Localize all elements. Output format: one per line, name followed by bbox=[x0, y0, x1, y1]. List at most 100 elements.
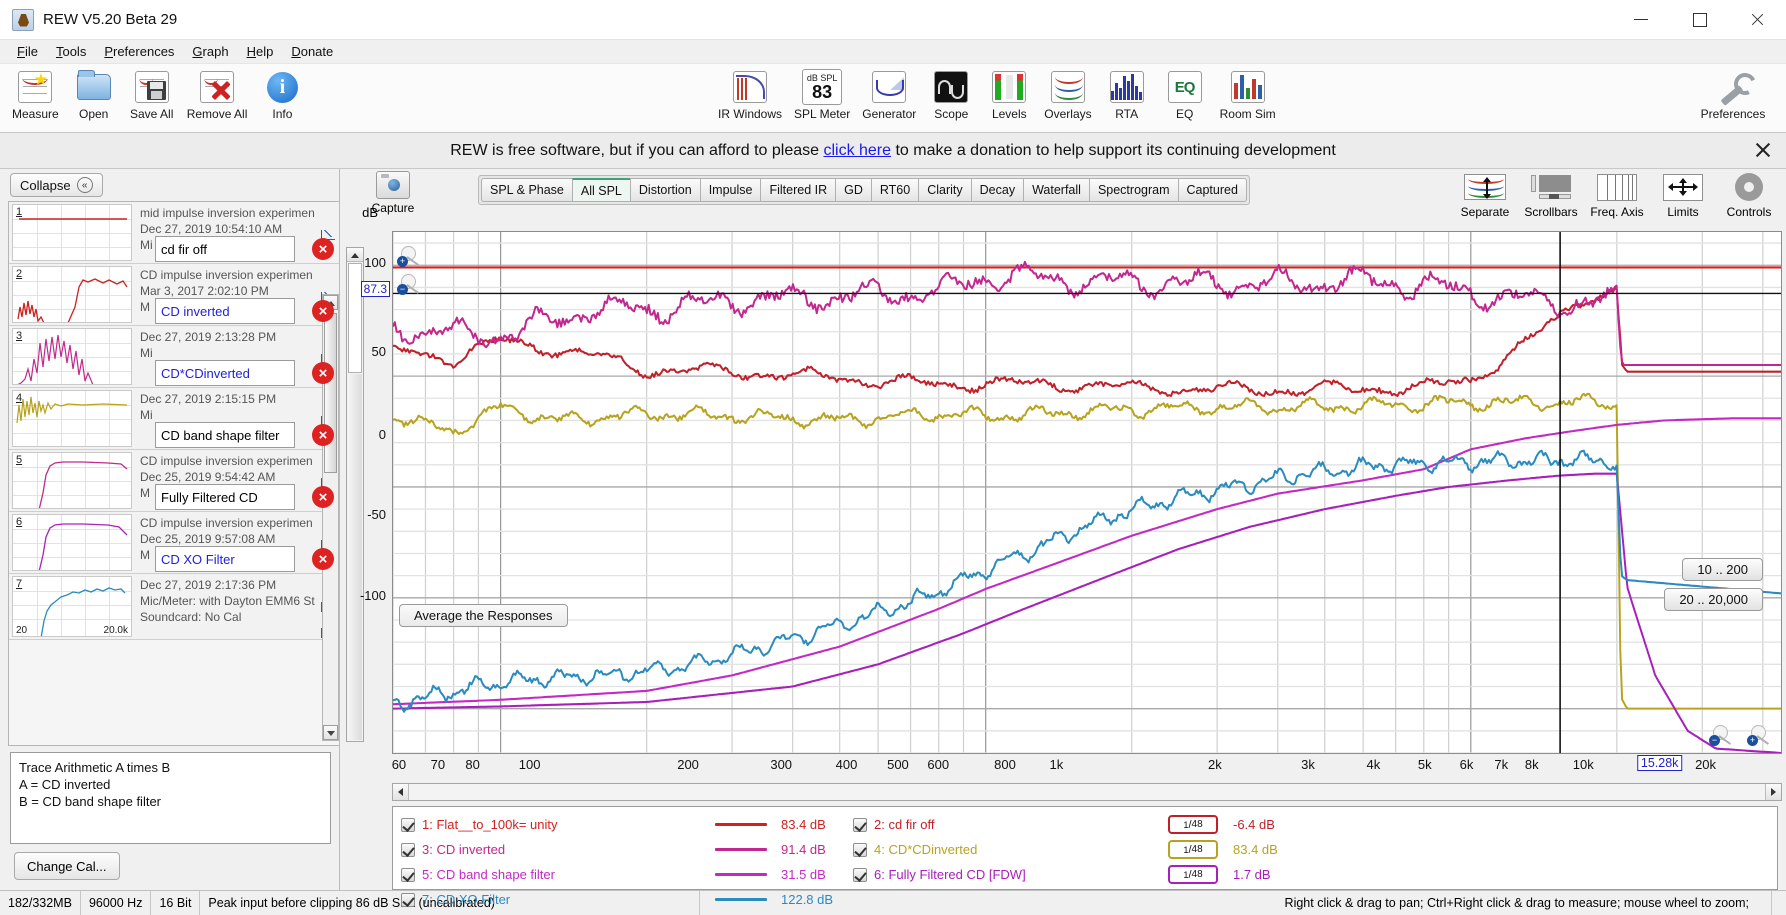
collapse-button[interactable]: Collapse « bbox=[10, 173, 103, 197]
delete-measurement-button-4[interactable]: × bbox=[312, 362, 334, 384]
tab-spl-phase[interactable]: SPL & Phase bbox=[481, 178, 572, 202]
tab-all-spl[interactable]: All SPL bbox=[571, 178, 630, 202]
legend-swatch-3[interactable] bbox=[701, 848, 781, 851]
legend-swatch-2[interactable]: 1/48 bbox=[1153, 815, 1233, 834]
measurement-row-7[interactable]: 7 20 20.0k Dec 27, 2019 2:17:36 PM Mic/M… bbox=[9, 574, 339, 640]
limits-button[interactable]: Limits bbox=[1650, 169, 1716, 219]
scrollbar-thumb[interactable] bbox=[324, 313, 337, 473]
legend-item-7[interactable]: 7: CD XO Filter bbox=[401, 892, 701, 907]
menu-preferences[interactable]: Preferences bbox=[95, 42, 183, 61]
legend-item-6[interactable]: 6: Fully Filtered CD [FDW] bbox=[853, 867, 1153, 882]
measure-button[interactable]: Measure bbox=[6, 68, 65, 121]
tab-impulse[interactable]: Impulse bbox=[699, 178, 761, 202]
banner-close-icon[interactable] bbox=[1754, 141, 1772, 159]
scroll-right-button[interactable] bbox=[1765, 784, 1781, 800]
bottom-right-handle-a[interactable]: − bbox=[1709, 725, 1735, 747]
close-button[interactable] bbox=[1728, 0, 1786, 40]
delete-measurement-button-2[interactable]: × bbox=[312, 238, 334, 260]
legend-item-1[interactable]: 1: Flat__to_100k= unity bbox=[401, 817, 701, 832]
graph-scrollbar-track[interactable] bbox=[348, 374, 362, 740]
legend-checkbox-6[interactable] bbox=[853, 867, 867, 882]
rta-button[interactable]: RTA bbox=[1098, 68, 1156, 121]
separate-button[interactable]: Separate bbox=[1452, 169, 1518, 219]
graph-horizontal-scrollbar[interactable] bbox=[392, 783, 1782, 801]
menu-donate[interactable]: Donate bbox=[282, 42, 342, 61]
controls-button[interactable]: Controls bbox=[1716, 169, 1782, 219]
limit-preset-20-20000-button[interactable]: 20 .. 20,000 bbox=[1664, 588, 1763, 611]
legend-swatch-1[interactable] bbox=[701, 823, 781, 826]
legend-swatch-6[interactable]: 1/48 bbox=[1153, 865, 1233, 884]
donation-link[interactable]: click here bbox=[823, 142, 891, 159]
spl-meter-button[interactable]: dB SPL 83 SPL Meter bbox=[788, 68, 856, 121]
measurement-name-input-7[interactable]: CD XO Filter bbox=[155, 546, 295, 572]
top-drag-handle[interactable]: + bbox=[397, 246, 423, 268]
tab-filtered-ir[interactable]: Filtered IR bbox=[760, 178, 836, 202]
delete-measurement-button-7[interactable]: × bbox=[312, 548, 334, 570]
delete-measurement-button-5[interactable]: × bbox=[312, 424, 334, 446]
cursor-drag-handle[interactable]: − bbox=[397, 274, 423, 296]
measurement-list[interactable]: 1 mid impulse inversion experimen Dec 27… bbox=[8, 201, 339, 746]
scroll-down-button[interactable] bbox=[323, 725, 338, 740]
info-button[interactable]: i Info bbox=[253, 68, 311, 121]
save-all-button[interactable]: Save All bbox=[123, 68, 181, 121]
legend-checkbox-5[interactable] bbox=[401, 867, 415, 882]
legend-checkbox-1[interactable] bbox=[401, 817, 415, 832]
preferences-button[interactable]: Preferences bbox=[1688, 68, 1778, 121]
measurement-notes[interactable]: Trace Arithmetic A times B A = CD invert… bbox=[10, 752, 331, 844]
levels-button[interactable]: Levels bbox=[980, 68, 1038, 121]
tab-decay[interactable]: Decay bbox=[970, 178, 1024, 202]
menu-graph[interactable]: Graph bbox=[183, 42, 237, 61]
tab-distortion[interactable]: Distortion bbox=[629, 178, 700, 202]
legend-swatch-4[interactable]: 1/48 bbox=[1153, 840, 1233, 859]
open-button[interactable]: Open bbox=[65, 68, 123, 121]
maximize-button[interactable] bbox=[1670, 0, 1728, 40]
tab-captured[interactable]: Captured bbox=[1177, 178, 1247, 202]
legend-swatch-5[interactable] bbox=[701, 873, 781, 876]
status-resize-grip[interactable] bbox=[1772, 891, 1786, 915]
legend-item-4[interactable]: 4: CD*CDinverted bbox=[853, 842, 1153, 857]
legend-checkbox-7[interactable] bbox=[401, 892, 415, 907]
menu-file[interactable]: FFileile bbox=[8, 42, 47, 61]
generator-button[interactable]: Generator bbox=[856, 68, 922, 121]
delete-measurement-button-3[interactable]: × bbox=[312, 300, 334, 322]
legend-checkbox-4[interactable] bbox=[853, 842, 867, 857]
measurement-name-input-6[interactable]: Fully Filtered CD bbox=[155, 484, 295, 510]
legend-checkbox-2[interactable] bbox=[853, 817, 867, 832]
overlays-button[interactable]: Overlays bbox=[1038, 68, 1097, 121]
graph-vertical-scrollbar[interactable] bbox=[346, 247, 364, 742]
tab-waterfall[interactable]: Waterfall bbox=[1023, 178, 1089, 202]
scrollbars-button[interactable]: Scrollbars bbox=[1518, 169, 1584, 219]
eq-button[interactable]: EQ EQ bbox=[1156, 68, 1214, 121]
minimize-button[interactable] bbox=[1612, 0, 1670, 40]
scroll-left-button[interactable] bbox=[393, 784, 409, 800]
graph-scroll-up-button[interactable] bbox=[347, 248, 363, 262]
scope-button[interactable]: Scope bbox=[922, 68, 980, 121]
legend-item-5[interactable]: 5: CD band shape filter bbox=[401, 867, 701, 882]
legend-swatch-7[interactable] bbox=[701, 898, 781, 901]
menu-tools[interactable]: Tools bbox=[47, 42, 95, 61]
limit-preset-10-200-button[interactable]: 10 .. 200 bbox=[1682, 558, 1763, 581]
measurement-name-input-3[interactable]: CD inverted bbox=[155, 298, 295, 324]
change-cal-button[interactable]: Change Cal... bbox=[14, 852, 120, 880]
y-cursor-value[interactable]: 87.3 bbox=[360, 281, 390, 297]
delete-measurement-button-6[interactable]: × bbox=[312, 486, 334, 508]
measurement-name-input-2[interactable]: cd fir off bbox=[155, 236, 295, 262]
ir-windows-button[interactable]: IR Windows bbox=[712, 68, 788, 121]
legend-item-3[interactable]: 3: CD inverted bbox=[401, 842, 701, 857]
bottom-right-handle-b[interactable]: + bbox=[1747, 725, 1773, 747]
tab-spectrogram[interactable]: Spectrogram bbox=[1088, 178, 1178, 202]
graph-scrollbar-thumb[interactable] bbox=[348, 263, 362, 373]
measurement-name-input-4[interactable]: CD*CDinverted bbox=[155, 360, 295, 386]
measurement-list-scrollbar[interactable] bbox=[322, 294, 339, 741]
tab-clarity[interactable]: Clarity bbox=[918, 178, 971, 202]
room-sim-button[interactable]: Room Sim bbox=[1214, 68, 1282, 121]
plot-canvas[interactable]: + − − + 10 .. 200 20 .. 20,000 Average t… bbox=[392, 231, 1782, 754]
legend-item-2[interactable]: 2: cd fir off bbox=[853, 817, 1153, 832]
measurement-name-input-5[interactable]: CD band shape filter bbox=[155, 422, 295, 448]
legend-checkbox-3[interactable] bbox=[401, 842, 415, 857]
tab-gd[interactable]: GD bbox=[835, 178, 871, 202]
remove-all-button[interactable]: Remove All bbox=[181, 68, 254, 121]
x-cursor-value[interactable]: 15.28k bbox=[1636, 755, 1683, 771]
menu-help[interactable]: Help bbox=[238, 42, 283, 61]
tab-rt60[interactable]: RT60 bbox=[870, 178, 919, 202]
